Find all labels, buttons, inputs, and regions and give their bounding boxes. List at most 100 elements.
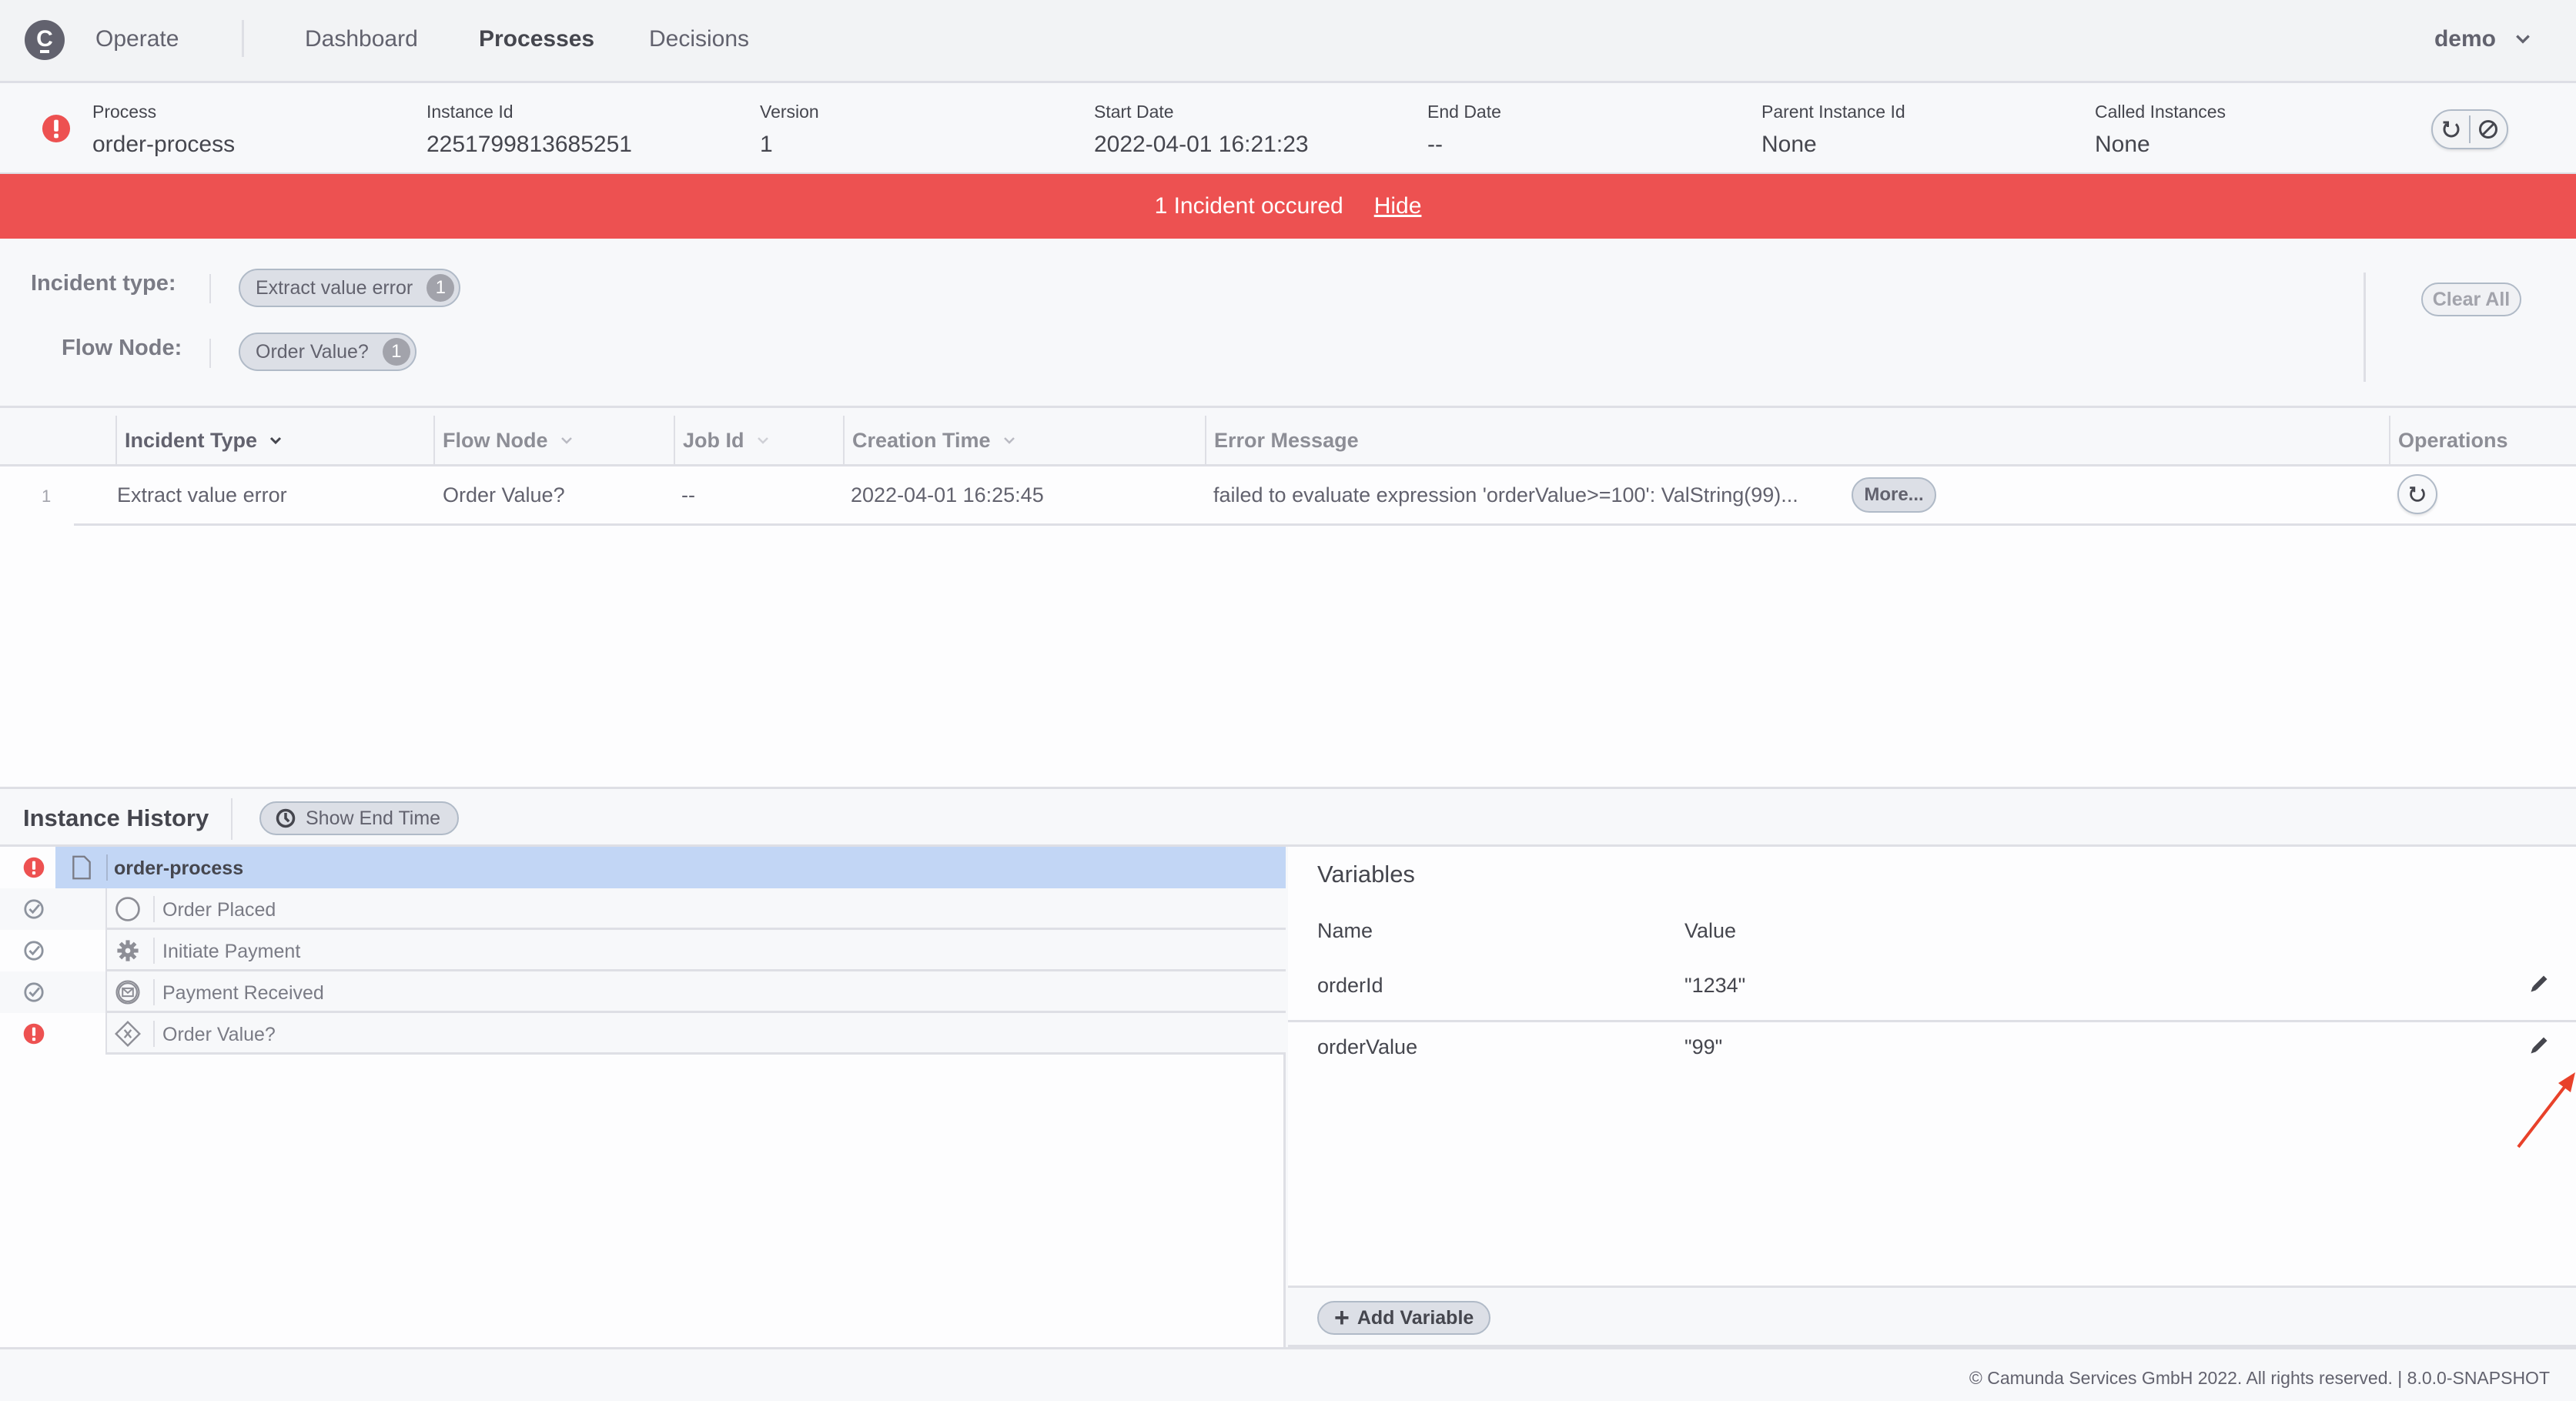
instance-operations [2431,109,2508,149]
add-variable-button[interactable]: + Add Variable [1317,1301,1491,1335]
user-menu[interactable]: demo [2434,26,2531,52]
tree-node-label: order-process [114,858,244,879]
tree-gutter [0,1013,105,1055]
history-divider [231,798,233,840]
parent-instance-id: None [1761,132,1817,157]
column-label: Incident Type [125,428,258,452]
variables-value-header: Value [1684,919,1737,942]
tree-gutter [0,888,105,930]
header-field-called-instances: Called Instances None [2095,102,2226,158]
tree-row-process[interactable]: order-process [0,847,1286,888]
tree-node[interactable]: Payment Received [105,971,1286,1013]
instance-history-header: Instance History Show End Time [0,787,2576,847]
incident-type-filter-pill[interactable]: Extract value error 1 [239,269,461,307]
cell-incident-type: Extract value error [117,483,287,507]
tree-node-divider [153,938,155,964]
incident-icon [23,1023,45,1045]
cell-flow-node: Order Value? [443,483,565,507]
nav-link-decisions[interactable]: Decisions [649,26,749,52]
more-button[interactable]: More... [1852,477,1936,513]
called-instances: None [2095,132,2150,157]
incidents-table-body: 1 Extract value error Order Value? -- 20… [0,466,2576,787]
tree-node-divider [153,896,155,922]
incident-count-text: 1 Incident occured [1154,193,1343,219]
column-header-incident-type[interactable]: Incident Type [115,416,283,465]
instance-history-title: Instance History [23,804,209,831]
tree-node-selected[interactable]: order-process [55,847,1286,888]
column-header-operations: Operations [2389,416,2508,465]
header-label: Process [92,102,157,122]
clear-all-button[interactable]: Clear All [2421,283,2521,316]
message-event-icon [115,980,140,1005]
column-header-error-message: Error Message [1205,416,1359,465]
variables-title: Variables [1317,861,1415,888]
retry-icon[interactable] [2440,118,2463,141]
column-header-creation-time[interactable]: Creation Time [843,416,1017,465]
hide-incidents-link[interactable]: Hide [1374,193,1422,219]
start-event-icon [115,897,140,921]
show-end-time-label: Show End Time [306,807,441,829]
camunda-logo-icon[interactable]: C [25,20,65,60]
tree-node[interactable]: Order Value? [105,1013,1286,1055]
tree-node-divider [153,1021,155,1047]
completed-check-icon [24,941,44,961]
flow-node-filter-label: Flow Node: [62,336,182,360]
row-index: 1 [42,487,52,506]
sort-chevron-down-icon [269,436,282,445]
column-header-job-id[interactable]: Job Id [674,416,771,465]
show-end-time-toggle[interactable]: Show End Time [259,801,460,835]
pill-label: Order Value? [256,340,369,363]
tree-row[interactable]: Order Placed [0,888,1286,930]
service-task-gear-icon [117,940,139,961]
nav-link-dashboard[interactable]: Dashboard [305,26,418,52]
variables-name-header: Name [1317,919,1373,942]
incident-type-filter-label: Incident type: [31,271,176,296]
incident-banner: 1 Incident occured Hide [0,174,2576,239]
header-label: Parent Instance Id [1761,102,1905,122]
filter-divider [209,339,211,368]
column-label: Operations [2398,428,2508,452]
edit-pencil-icon[interactable] [2527,972,2551,995]
app-name-link[interactable]: Operate [95,26,179,52]
cancel-icon[interactable] [2477,118,2500,141]
nav-divider [242,20,244,57]
version: 1 [760,132,773,157]
process-name: order-process [92,132,236,157]
nav-link-processes[interactable]: Processes [479,26,594,52]
tree-row[interactable]: Payment Received [0,971,1286,1013]
completed-check-icon [24,982,44,1002]
table-row[interactable]: 1 Extract value error Order Value? -- 20… [0,466,2576,526]
header-label: End Date [1427,102,1501,122]
tree-node[interactable]: Order Placed [105,888,1286,930]
copyright-text: © Camunda Services GmbH 2022. All rights… [1969,1368,2550,1388]
top-navigation: C Operate Dashboard Processes Decisions … [0,0,2576,83]
incident-filters: Incident type: Extract value error 1 Flo… [0,239,2576,408]
cell-job-id: -- [681,483,695,507]
tree-row[interactable]: Order Value? [0,1013,1286,1055]
retry-incident-button[interactable] [2397,474,2437,514]
footer: © Camunda Services GmbH 2022. All rights… [0,1347,2576,1401]
variable-value: "99" [1684,1035,1723,1058]
variables-panel: Variables Name Value orderId "1234" orde… [1288,847,2576,1286]
header-label: Instance Id [427,102,514,122]
tree-gutter [0,930,105,971]
row-divider [74,523,2576,526]
tree-row[interactable]: Initiate Payment [0,930,1286,971]
header-label: Start Date [1094,102,1174,122]
cell-error-message: failed to evaluate expression 'orderValu… [1213,483,1798,507]
tree-node-label: Order Value? [162,1024,276,1045]
tree-node[interactable]: Initiate Payment [105,930,1286,971]
exclusive-gateway-icon [115,1021,141,1047]
sort-chevron-down-icon [560,437,572,444]
instance-header: Process order-process Instance Id 225179… [0,83,2576,174]
column-label: Error Message [1214,428,1359,452]
column-label: Job Id [683,428,744,452]
operations-divider [2469,115,2471,143]
flow-node-filter-pill[interactable]: Order Value? 1 [239,333,417,371]
header-field-start-date: Start Date 2022-04-01 16:21:23 [1094,102,1309,158]
retry-icon [2410,487,2425,502]
pill-label: Extract value error [256,276,413,299]
tree-node-divider [106,854,108,881]
column-header-flow-node[interactable]: Flow Node [433,416,574,465]
edit-pencil-icon[interactable] [2527,1034,2551,1057]
